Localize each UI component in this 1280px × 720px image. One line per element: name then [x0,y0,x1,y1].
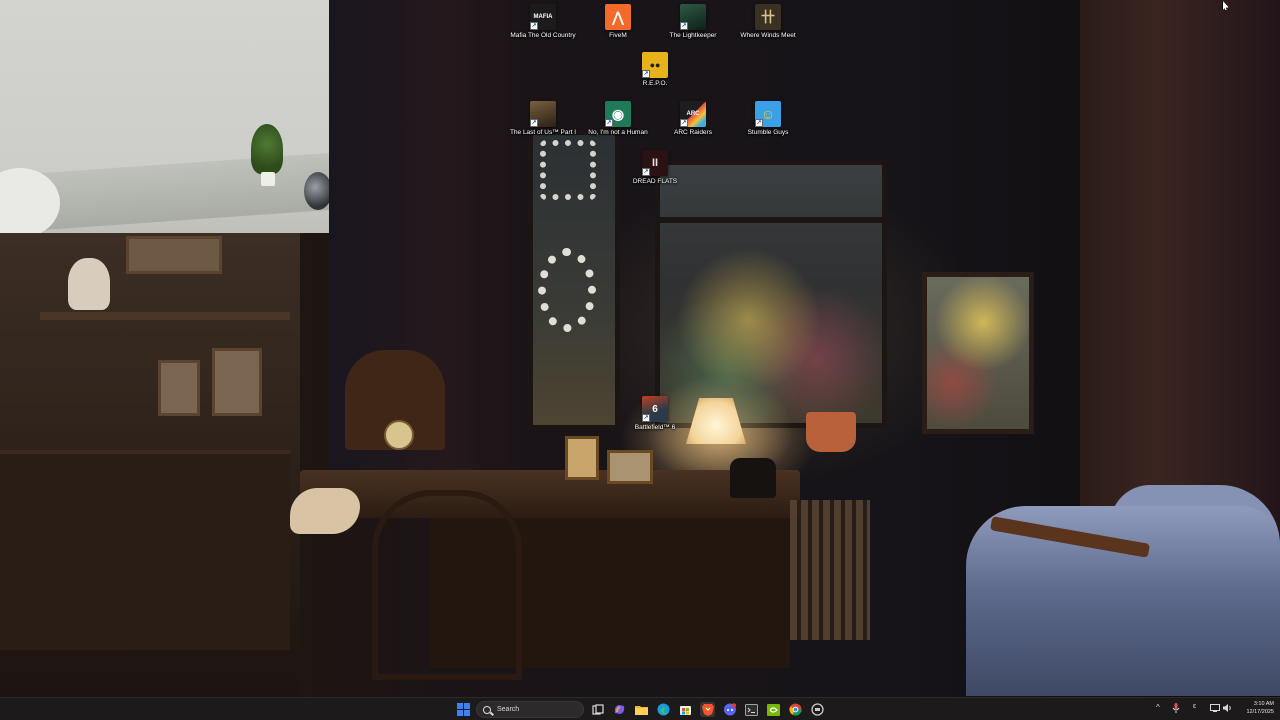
task-view-icon [591,703,604,715]
wallpaper-frame [212,348,262,416]
wallpaper-shelf [40,312,290,320]
start-icon [457,703,470,716]
wallpaper-frame [126,236,222,274]
desktop-icon-mafia[interactable]: MAFIA ↗ Mafia The Old Country [508,4,578,40]
last-of-us-icon: ↗ [530,101,556,127]
desktop-icon-label: No, I'm not a Human [588,129,648,136]
language-indicator[interactable]: ε [1193,703,1196,710]
wallpaper-telephone [730,458,776,498]
taskbar: Search ^ ε 3:10 AM 12/17/2025 [0,697,1280,720]
app-icon [811,703,824,716]
desktop-icon-label: Stumble Guys [747,129,789,136]
wallpaper-radiator [790,500,870,640]
desktop-icon-label: Mafia The Old Country [510,32,576,39]
brave-icon [701,704,714,716]
discord-button[interactable] [722,702,737,717]
desktop-icon-label: DREAD FLATS [632,178,678,185]
app-button[interactable] [810,702,825,717]
show-hidden-icons-chevron-icon[interactable]: ^ [1156,703,1160,712]
copilot-button[interactable] [612,702,627,717]
network-icon[interactable] [1210,703,1220,715]
terminal-icon [745,703,758,716]
microsoft-store-button[interactable] [678,702,693,717]
repo-icon: ●● ↗ [642,52,668,78]
wallpaper-chair [372,490,522,680]
not-a-human-icon: ◉ ↗ [605,101,631,127]
discord-icon [723,703,736,716]
volume-icon[interactable] [1223,703,1233,715]
file-explorer-button[interactable] [634,702,649,717]
desktop-icon-label: Where Winds Meet [740,32,796,39]
desktop-icon-arc-raiders[interactable]: ARC ↗ ARC Raiders [658,101,728,137]
terminal-button[interactable] [744,702,759,717]
webcam-plant [251,124,283,174]
battlefield-icon: 6 ↗ [642,396,668,422]
arc-raiders-icon: ARC ↗ [680,101,706,127]
desktop-icon-battlefield[interactable]: 6 ↗ Battlefield™ 6 [620,396,690,432]
search-placeholder: Search [497,706,520,713]
desktop-icon-dread-flats[interactable]: II ↗ DREAD FLATS [620,150,690,186]
file-explorer-icon [635,705,648,715]
search-icon [483,705,491,714]
wallpaper-desk [300,470,800,518]
desktop-icon-lightkeeper[interactable]: ↗ The Lightkeeper [658,4,728,40]
wallpaper-frame [158,360,200,416]
mic-icon[interactable] [1172,703,1180,715]
webcam-plant-pot [261,172,275,186]
desktop-icon-label: The Lightkeeper [669,32,717,39]
desktop-icon-label: FiveM [609,32,627,39]
desktop-icon-fivem[interactable]: ⋀ FiveM [583,4,653,40]
wallpaper-marquee-sign-o [538,248,596,332]
wallpaper-armchair [966,506,1280,696]
chrome-button[interactable] [788,702,803,717]
desktop-icon-label: R.E.P.O. [642,80,668,87]
edge-icon [657,703,670,716]
stumble-guys-icon: ☺ ↗ [755,101,781,127]
nvidia-button[interactable] [766,702,781,717]
wallpaper-window-right [922,272,1034,434]
webcam-microphone [304,172,329,210]
wallpaper-clock-face [384,420,414,450]
microsoft-store-icon [680,706,691,715]
taskbar-search-box[interactable]: Search [476,701,584,718]
brave-button[interactable] [700,702,715,717]
desktop-icon-label: ARC Raiders [674,129,712,136]
wallpaper-marquee-sign [540,140,596,200]
copilot-icon [614,705,625,714]
desktop-icon-not-a-human[interactable]: ◉ ↗ No, I'm not a Human [583,101,653,137]
desktop-icon-repo[interactable]: ●● ↗ R.E.P.O. [620,52,690,88]
fivem-icon: ⋀ [605,4,631,30]
nvidia-icon [767,703,780,716]
wallpaper-cabinet [0,450,290,650]
desktop-icon-label: The Last of Us™ Part I [509,129,577,136]
system-clock[interactable]: 3:10 AM 12/17/2025 [1238,701,1274,716]
wallpaper-kettle [68,258,110,310]
chrome-icon [789,703,802,716]
desktop-icon-label: Battlefield™ 6 [634,424,676,431]
wallpaper-photo [607,450,653,484]
wallpaper-photo [565,436,599,480]
desktop-icon-stumble-guys[interactable]: ☺ ↗ Stumble Guys [733,101,803,137]
wallpaper-curtain-right [1080,0,1280,560]
where-winds-meet-icon: 卄 [755,4,781,30]
clock-date: 12/17/2025 [1246,708,1274,715]
mafia-icon: MAFIA ↗ [530,4,556,30]
task-view-button[interactable] [590,702,605,717]
clock-time: 3:10 AM [1253,701,1274,707]
desktop-icon-last-of-us[interactable]: ↗ The Last of Us™ Part I [508,101,578,137]
dread-flats-icon: II ↗ [642,150,668,176]
desktop-icon-where-winds-meet[interactable]: 卄 Where Winds Meet [733,4,803,40]
wallpaper-hand [290,488,360,534]
wallpaper-plant-pot [806,412,856,452]
edge-button[interactable] [656,702,671,717]
start-button[interactable] [456,702,471,717]
webcam-overlay [0,0,329,233]
lightkeeper-icon: ↗ [680,4,706,30]
